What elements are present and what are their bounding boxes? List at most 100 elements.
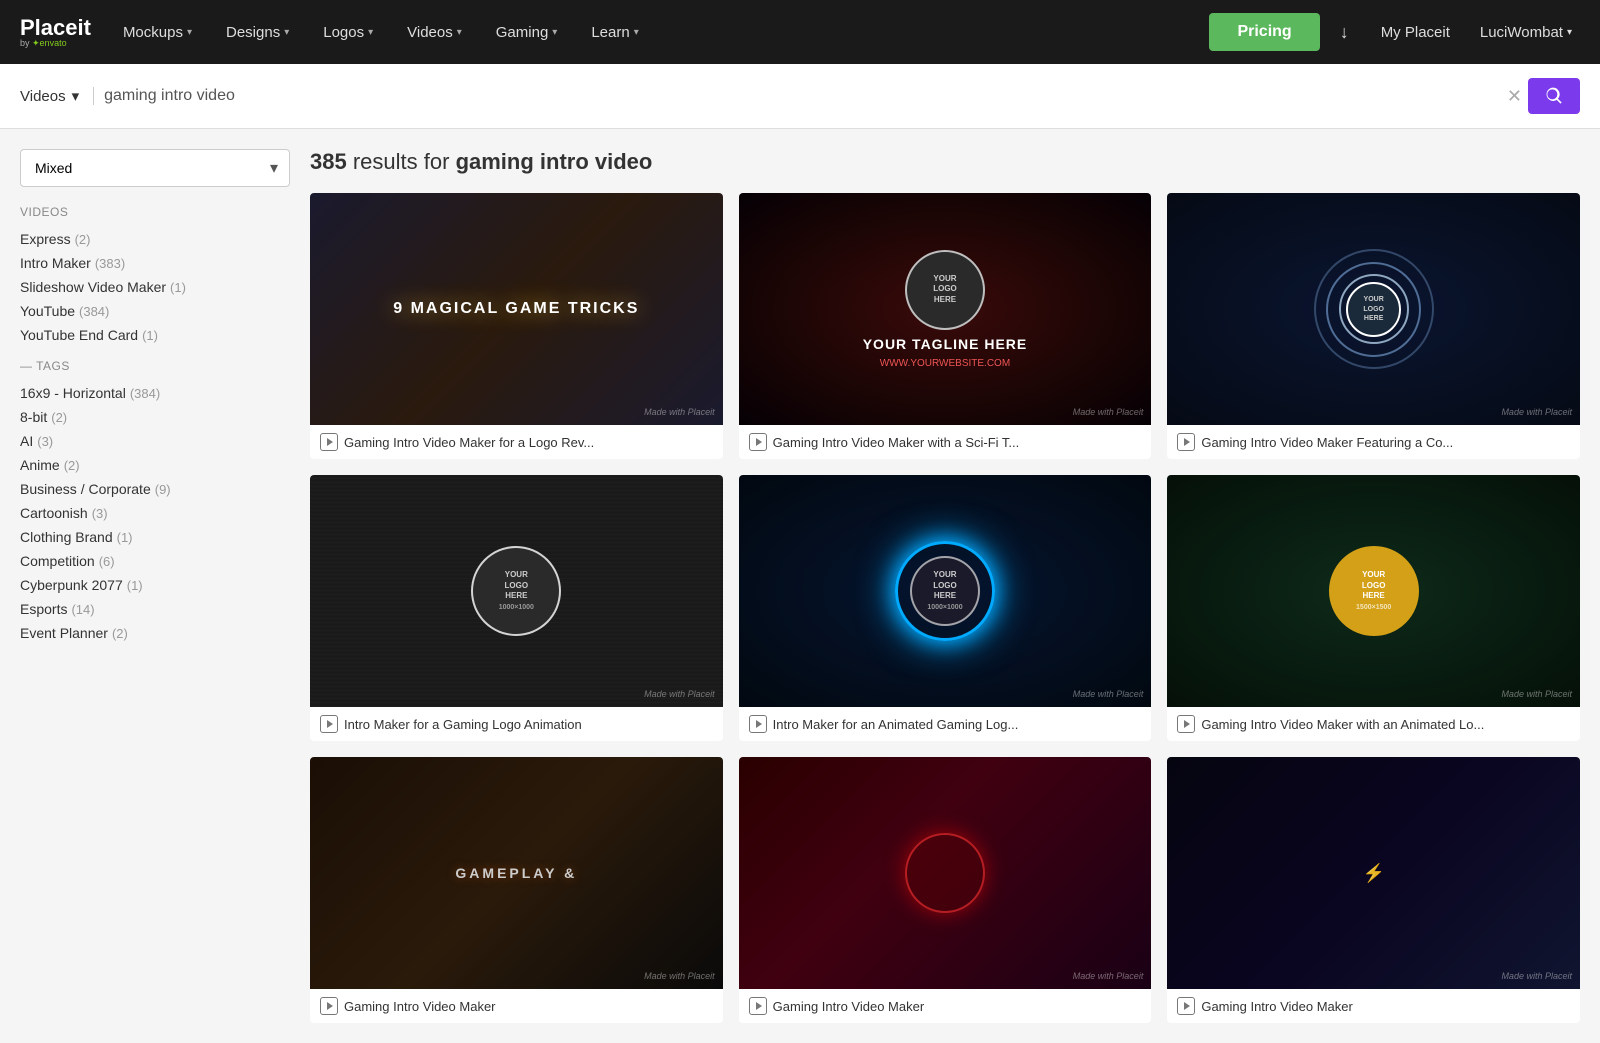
play-icon-5 [749,715,767,733]
sidebar-tag-anime[interactable]: Anime (2) [20,453,290,477]
results-count: 385 [310,149,347,174]
card-thumbnail-6: YOURLOGOHERE1500×1500 Made with Placeit [1167,475,1580,707]
chevron-down-icon: ▾ [634,27,639,38]
sidebar-item-youtube-end-card[interactable]: YouTube End Card (1) [20,323,290,347]
card-4[interactable]: YOURLOGOHERE1000×1000 Made with Placeit … [310,475,723,741]
card-8[interactable]: Made with Placeit Gaming Intro Video Mak… [739,757,1152,1023]
card-thumbnail-7: GAMEPLAY & Made with Placeit [310,757,723,989]
play-icon-8 [749,997,767,1015]
sort-select[interactable]: Mixed Newest Popular [20,149,290,187]
navbar: Placeit by ✦envato Mockups ▾ Designs ▾ L… [0,0,1600,64]
logo-circle-6: YOURLOGOHERE1500×1500 [1329,546,1419,636]
watermark-4: Made with Placeit [644,689,715,699]
card-1[interactable]: 9 MAGICAL GAME TRICKS Made with Placeit … [310,193,723,459]
logo-text: Placeit [20,17,91,39]
logo-envato: ✦envato [32,38,67,48]
card-9[interactable]: ⚡ Made with Placeit Gaming Intro Video M… [1167,757,1580,1023]
nav-videos[interactable]: Videos ▾ [395,0,474,64]
sidebar-tag-cyberpunk[interactable]: Cyberpunk 2077 (1) [20,573,290,597]
sidebar-tag-ai[interactable]: AI (3) [20,429,290,453]
play-icon-4 [320,715,338,733]
logo-tagline: YOUR TAGLINE HERE [863,336,1028,352]
blue-ring-5: YOURLOGOHERE1000×1000 [895,541,995,641]
logo-circle-2: YOURLOGOHERE [905,250,985,330]
card-2[interactable]: YOURLOGOHERE YOUR TAGLINE HERE WWW.YOURW… [739,193,1152,459]
sidebar-item-intro-maker[interactable]: Intro Maker (383) [20,251,290,275]
play-icon-1 [320,433,338,451]
card-label-4: Intro Maker for a Gaming Logo Animation [310,707,723,741]
watermark-2: Made with Placeit [1073,407,1144,417]
sidebar-tag-8bit[interactable]: 8-bit (2) [20,405,290,429]
watermark-8: Made with Placeit [1073,971,1144,981]
sidebar-tags-label: — Tags [20,359,290,373]
my-placeit-link[interactable]: My Placeit [1369,24,1462,41]
logo-circle-3: YOURLOGOHERE [1346,282,1401,337]
main-content: Mixed Newest Popular Videos Express (2) … [0,129,1600,1043]
thumb-overlay-3: YOURLOGOHERE [1167,193,1580,425]
chevron-down-icon: ▾ [284,27,289,38]
sidebar-item-slideshow-video-maker[interactable]: Slideshow Video Maker (1) [20,275,290,299]
nav-mockups[interactable]: Mockups ▾ [111,0,204,64]
thumb-overlay-4: YOURLOGOHERE1000×1000 [310,475,723,707]
red-circle-8 [905,833,985,913]
results-query-label: results for [353,149,450,174]
thumb-overlay-9: ⚡ [1167,757,1580,989]
clear-search-icon[interactable]: ✕ [1507,86,1522,107]
results-grid: 9 MAGICAL GAME TRICKS Made with Placeit … [310,193,1580,1023]
thumb-overlay-6: YOURLOGOHERE1500×1500 [1167,475,1580,707]
sidebar-tag-clothing-brand[interactable]: Clothing Brand (1) [20,525,290,549]
card-3[interactable]: YOURLOGOHERE Made with Placeit Gaming In… [1167,193,1580,459]
sidebar-tag-cartoonish[interactable]: Cartoonish (3) [20,501,290,525]
logo[interactable]: Placeit by ✦envato [20,17,91,48]
sidebar-tag-competition[interactable]: Competition (6) [20,549,290,573]
card-5[interactable]: YOURLOGOHERE1000×1000 Made with Placeit … [739,475,1152,741]
search-button[interactable] [1528,78,1580,114]
thumb-overlay-5: YOURLOGOHERE1000×1000 [739,475,1152,707]
card-label-3: Gaming Intro Video Maker Featuring a Co.… [1167,425,1580,459]
watermark-1: Made with Placeit [644,407,715,417]
watermark-7: Made with Placeit [644,971,715,981]
sidebar-tag-16x9[interactable]: 16x9 - Horizontal (384) [20,381,290,405]
results-header: 385 results for gaming intro video [310,149,1580,175]
play-icon-2 [749,433,767,451]
sidebar: Mixed Newest Popular Videos Express (2) … [20,149,290,1023]
thumb-text-9: ⚡ [1362,863,1384,884]
sidebar-item-express[interactable]: Express (2) [20,227,290,251]
search-input[interactable] [104,87,1507,105]
search-bar: Videos ▾ ✕ [0,64,1600,129]
sidebar-videos-label: Videos [20,205,290,219]
card-6[interactable]: YOURLOGOHERE1500×1500 Made with Placeit … [1167,475,1580,741]
logo-circle-4: YOURLOGOHERE1000×1000 [471,546,561,636]
nav-logos[interactable]: Logos ▾ [311,0,385,64]
card-thumbnail-5: YOURLOGOHERE1000×1000 Made with Placeit [739,475,1152,707]
thumb-text-1: 9 MAGICAL GAME TRICKS [393,300,639,318]
card-7[interactable]: GAMEPLAY & Made with Placeit Gaming Intr… [310,757,723,1023]
nav-designs[interactable]: Designs ▾ [214,0,301,64]
pricing-button[interactable]: Pricing [1209,13,1319,51]
download-icon[interactable]: ↓ [1330,22,1359,43]
card-label-2: Gaming Intro Video Maker with a Sci-Fi T… [739,425,1152,459]
chevron-down-icon: ▾ [187,27,192,38]
chevron-down-icon: ▾ [1567,27,1572,38]
chevron-down-icon: ▾ [368,27,373,38]
play-icon-6 [1177,715,1195,733]
card-label-9: Gaming Intro Video Maker [1167,989,1580,1023]
nav-learn[interactable]: Learn ▾ [579,0,650,64]
play-icon-7 [320,997,338,1015]
watermark-3: Made with Placeit [1501,407,1572,417]
user-menu[interactable]: LuciWombat ▾ [1472,24,1580,41]
card-label-6: Gaming Intro Video Maker with an Animate… [1167,707,1580,741]
sidebar-tag-esports[interactable]: Esports (14) [20,597,290,621]
tags-section: — Tags 16x9 - Horizontal (384) 8-bit (2)… [20,359,290,645]
sidebar-tag-event-planner[interactable]: Event Planner (2) [20,621,290,645]
sidebar-tag-business-corporate[interactable]: Business / Corporate (9) [20,477,290,501]
logo-sub: by ✦envato [20,39,91,48]
sort-dropdown-wrap: Mixed Newest Popular [20,149,290,187]
watermark-9: Made with Placeit [1501,971,1572,981]
sidebar-item-youtube[interactable]: YouTube (384) [20,299,290,323]
card-label-1: Gaming Intro Video Maker for a Logo Rev.… [310,425,723,459]
search-category-selector[interactable]: Videos ▾ [20,87,94,105]
results-area: 385 results for gaming intro video 9 MAG… [310,149,1580,1023]
thumb-overlay-2: YOURLOGOHERE YOUR TAGLINE HERE WWW.YOURW… [739,193,1152,425]
nav-gaming[interactable]: Gaming ▾ [484,0,570,64]
